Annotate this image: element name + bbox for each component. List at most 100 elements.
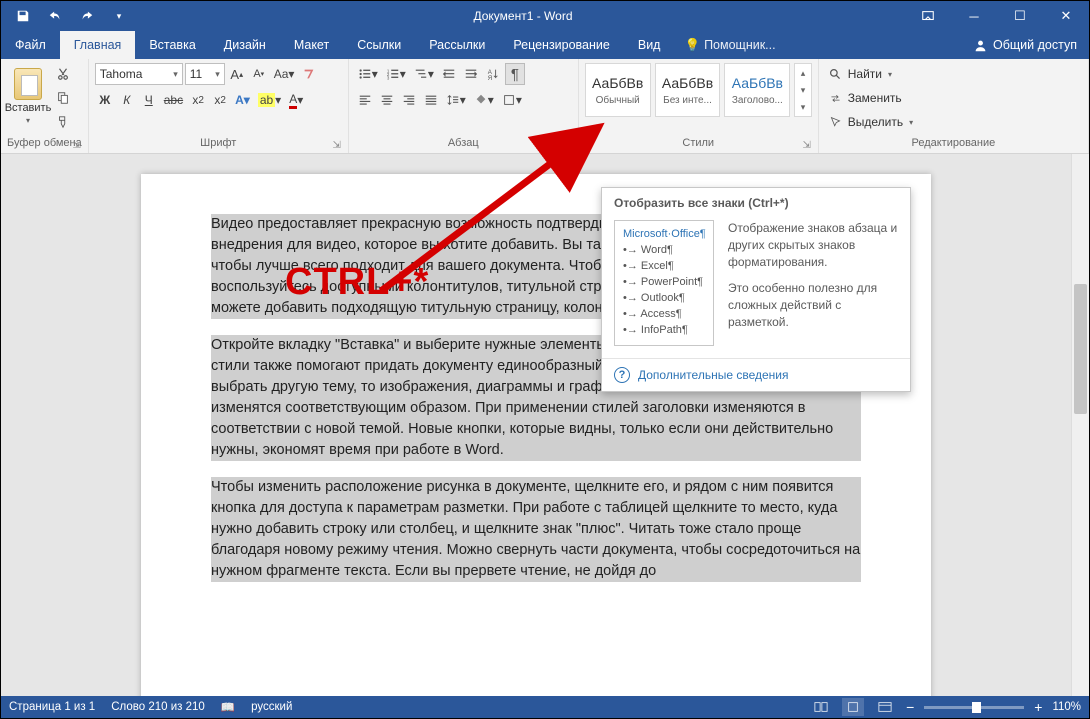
share-button[interactable]: Общий доступ <box>962 31 1089 59</box>
shrink-font-button[interactable]: A▾ <box>249 63 269 85</box>
view-web-layout[interactable] <box>874 698 896 716</box>
subscript-button[interactable]: x2 <box>188 89 208 111</box>
qat-customize-button[interactable]: ▾ <box>105 1 133 31</box>
increase-indent-button[interactable] <box>461 63 481 85</box>
paragraph-dialog-launcher[interactable]: ⇲ <box>562 140 572 150</box>
status-spellcheck-icon[interactable]: 📖 <box>221 700 235 714</box>
paragraph-3[interactable]: Чтобы изменить расположение рисунка в до… <box>211 477 861 582</box>
chevron-down-icon: ▾ <box>211 69 220 80</box>
tell-me[interactable]: 💡 Помощник... <box>674 31 785 59</box>
group-clipboard-label: Буфер обмена <box>7 137 82 149</box>
view-read-mode[interactable] <box>810 698 832 716</box>
align-right-button[interactable] <box>399 89 419 111</box>
close-button[interactable]: ✕ <box>1043 1 1089 31</box>
save-button[interactable] <box>9 1 37 31</box>
superscript-button[interactable]: x2 <box>210 89 230 111</box>
align-center-button[interactable] <box>377 89 397 111</box>
scrollbar-thumb[interactable] <box>1074 284 1087 414</box>
zoom-slider-knob[interactable] <box>972 702 981 713</box>
tab-mailings[interactable]: Рассылки <box>415 31 499 59</box>
vertical-scrollbar[interactable] <box>1071 154 1089 696</box>
tab-view[interactable]: Вид <box>624 31 675 59</box>
replace-label: Заменить <box>848 91 902 105</box>
view-print-layout[interactable] <box>842 698 864 716</box>
copy-button[interactable] <box>53 87 73 109</box>
align-left-button[interactable] <box>355 89 375 111</box>
maximize-button[interactable]: ☐ <box>997 1 1043 31</box>
style-normal[interactable]: АаБбВвОбычный <box>585 63 651 117</box>
group-clipboard: Вставить ▾ Буфер обмена⇲ <box>1 59 89 153</box>
window-controls: ─ ☐ ✕ <box>905 1 1089 31</box>
grow-font-button[interactable]: A▴ <box>227 63 247 85</box>
chevron-down-icon: ▾ <box>26 116 30 125</box>
select-button[interactable]: Выделить ▾ <box>825 111 917 133</box>
ribbon: Вставить ▾ Буфер обмена⇲ Tahoma▾ 11▾ A▴ … <box>1 59 1089 154</box>
styles-gallery-more[interactable]: ▴▾▾ <box>794 63 811 117</box>
group-paragraph-label: Абзац <box>448 137 479 149</box>
sort-button[interactable]: AЯ <box>483 63 503 85</box>
italic-button[interactable]: К <box>117 89 137 111</box>
borders-button[interactable]: ▾ <box>499 89 525 111</box>
text-effects-button[interactable]: A▾ <box>232 89 253 111</box>
tab-home[interactable]: Главная <box>60 31 136 59</box>
tab-file[interactable]: Файл <box>1 31 60 59</box>
format-painter-button[interactable] <box>53 111 73 133</box>
undo-button[interactable] <box>41 1 69 31</box>
bullets-button[interactable]: ▾ <box>355 63 381 85</box>
tab-design[interactable]: Дизайн <box>210 31 280 59</box>
strikethrough-button[interactable]: abc <box>161 89 186 111</box>
font-size-value: 11 <box>190 67 202 81</box>
minimize-button[interactable]: ─ <box>951 1 997 31</box>
zoom-slider[interactable] <box>924 706 1024 709</box>
style-no-spacing[interactable]: АаБбВвБез инте... <box>655 63 721 117</box>
line-spacing-button[interactable]: ▾ <box>443 89 469 111</box>
tooltip-help-link[interactable]: ? Дополнительные сведения <box>602 358 910 391</box>
tooltip-preview-item: •→ PowerPoint¶ <box>623 275 705 291</box>
clear-formatting-button[interactable] <box>299 63 319 85</box>
tooltip-preview: Microsoft·Office¶ •→ Word¶ •→ Excel¶ •→ … <box>614 220 714 346</box>
font-color-button[interactable]: A▾ <box>286 89 306 111</box>
tab-references[interactable]: Ссылки <box>343 31 415 59</box>
quick-access-toolbar: ▾ <box>1 1 141 31</box>
multilevel-list-button[interactable]: ▾ <box>411 63 437 85</box>
clipboard-dialog-launcher[interactable]: ⇲ <box>72 140 82 150</box>
shading-button[interactable]: ▾ <box>471 89 497 111</box>
highlight-button[interactable]: ab▾ <box>255 89 284 111</box>
justify-button[interactable] <box>421 89 441 111</box>
status-page[interactable]: Страница 1 из 1 <box>9 701 95 713</box>
window-title: Документ1 - Word <box>141 9 905 23</box>
tab-review[interactable]: Рецензирование <box>499 31 624 59</box>
tab-layout[interactable]: Макет <box>280 31 343 59</box>
styles-dialog-launcher[interactable]: ⇲ <box>802 140 812 150</box>
paste-button[interactable]: Вставить ▾ <box>7 63 49 129</box>
chevron-down-icon: ▾ <box>169 69 178 80</box>
zoom-out-button[interactable]: − <box>906 699 914 715</box>
person-icon <box>974 39 987 52</box>
redo-button[interactable] <box>73 1 101 31</box>
replace-button[interactable]: Заменить <box>825 87 906 109</box>
status-language[interactable]: русский <box>251 701 292 713</box>
font-name-combo[interactable]: Tahoma▾ <box>95 63 183 85</box>
style-name: Заголово... <box>732 95 783 106</box>
underline-button[interactable]: Ч <box>139 89 159 111</box>
style-heading1[interactable]: АаБбВвЗаголово... <box>724 63 790 117</box>
status-words[interactable]: Слово 210 из 210 <box>111 701 205 713</box>
clipboard-icon <box>14 68 42 100</box>
font-dialog-launcher[interactable]: ⇲ <box>332 140 342 150</box>
zoom-level[interactable]: 110% <box>1052 701 1081 713</box>
font-size-combo[interactable]: 11 ▾ <box>185 63 225 85</box>
tab-insert[interactable]: Вставка <box>135 31 209 59</box>
tooltip-preview-item: •→ Outlook¶ <box>623 291 705 307</box>
show-marks-button[interactable]: ¶ <box>505 63 525 85</box>
zoom-in-button[interactable]: + <box>1034 699 1042 715</box>
find-button[interactable]: Найти ▾ <box>825 63 896 85</box>
bold-button[interactable]: Ж <box>95 89 115 111</box>
ribbon-display-button[interactable] <box>905 1 951 31</box>
status-bar: Страница 1 из 1 Слово 210 из 210 📖 русск… <box>1 696 1089 718</box>
change-case-button[interactable]: Aa▾ <box>271 63 298 85</box>
cut-button[interactable] <box>53 63 73 85</box>
group-editing-label: Редактирование <box>911 137 995 149</box>
numbering-button[interactable]: 123▾ <box>383 63 409 85</box>
annotation-text: CTRL+* <box>285 261 429 304</box>
decrease-indent-button[interactable] <box>439 63 459 85</box>
